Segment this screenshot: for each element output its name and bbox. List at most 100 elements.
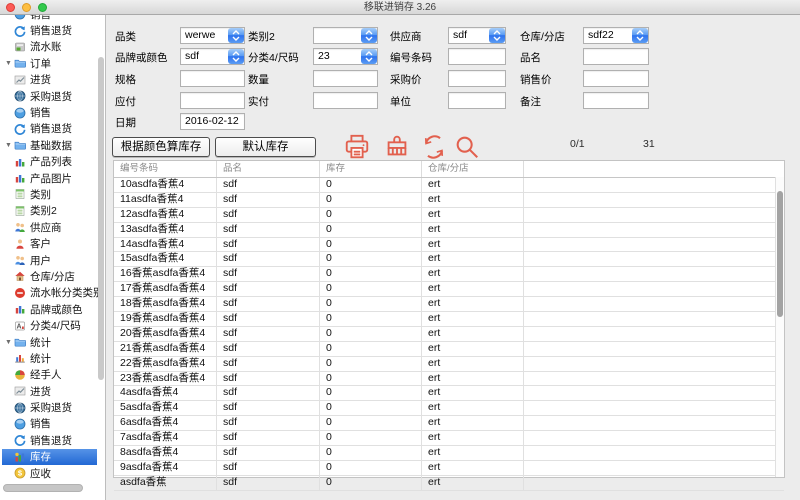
sidebar-item-orders-group[interactable]: ▼订单 (2, 55, 97, 71)
column-header[interactable] (524, 161, 784, 177)
sidebar-item-purchase-return-1[interactable]: 采购退货 (2, 88, 97, 104)
table-row[interactable]: 9asdfa香蕉4sdf0ert (114, 461, 784, 476)
barcode-input[interactable] (448, 48, 506, 65)
table-row[interactable]: 14asdfa香蕉4sdf0ert (114, 238, 784, 253)
table-row[interactable]: 21香蕉asdfa香蕉4sdf0ert (114, 342, 784, 357)
disclosure-triangle-icon[interactable]: ▼ (3, 339, 14, 346)
size-select[interactable]: 23 (313, 48, 378, 65)
category-select[interactable]: werwe (180, 27, 245, 44)
table-row[interactable]: 16香蕉asdfa香蕉4sdf0ert (114, 267, 784, 282)
table-cell: sdf (217, 431, 320, 445)
column-header[interactable]: 仓库/分店 (422, 161, 524, 177)
payable-input[interactable] (180, 92, 245, 109)
sidebar-item-sales-2[interactable]: 销售 (2, 104, 97, 120)
unit-input[interactable] (448, 92, 506, 109)
table-row[interactable]: 6asdfa香蕉4sdf0ert (114, 416, 784, 431)
warehouse-select[interactable]: sdf22 (583, 27, 649, 44)
table-row[interactable]: 11asdfa香蕉4sdf0ert (114, 193, 784, 208)
sidebar-item-category2[interactable]: 类别2 (2, 203, 97, 219)
sidebar-item-purchase-in-2[interactable]: 进货 (2, 383, 97, 399)
sidebar-item-daybook-category[interactable]: 流水帐分类类别 (2, 285, 97, 301)
column-header[interactable]: 库存 (320, 161, 422, 177)
dropdown-arrows-icon[interactable] (361, 49, 377, 64)
table-cell: 12asdfa香蕉4 (114, 208, 217, 222)
sidebar-item-category4-size[interactable]: A分类4/尺码 (2, 317, 97, 333)
table-row[interactable]: 15asdfa香蕉4sdf0ert (114, 252, 784, 267)
calc-stock-by-color-button[interactable]: 根据颜色算库存 (112, 137, 210, 157)
date-input[interactable]: 2016-02-12 (180, 113, 245, 130)
product-name-input[interactable] (583, 48, 649, 65)
search-icon[interactable] (453, 133, 481, 161)
clean-icon[interactable] (383, 133, 411, 161)
table-cell: sdf (217, 357, 320, 371)
spec-input[interactable] (180, 70, 245, 87)
sidebar-item-statistics[interactable]: 统计 (2, 350, 97, 366)
sidebar-item-handler[interactable]: 经手人 (2, 367, 97, 383)
sidebar-item-sales-return-3[interactable]: 销售退货 (2, 432, 97, 448)
sidebar-item-label: 采购退货 (30, 400, 72, 415)
category2-select-label: 类别2 (248, 29, 275, 44)
disclosure-triangle-icon[interactable]: ▼ (3, 60, 14, 67)
minimize-button[interactable] (22, 3, 31, 12)
table-scrollbar[interactable] (775, 177, 784, 477)
sidebar-item-label: 进货 (30, 384, 51, 399)
sidebar-item-base-data-group[interactable]: ▼基础数据 (2, 137, 97, 153)
sidebar-item-category[interactable]: 类别 (2, 186, 97, 202)
brand-color-select[interactable]: sdf (180, 48, 245, 65)
table-row[interactable]: 5asdfa香蕉4sdf0ert (114, 401, 784, 416)
sidebar-horizontal-scrollbar[interactable] (3, 484, 83, 492)
table-row[interactable]: 4asdfa香蕉4sdf0ert (114, 386, 784, 401)
supplier-select[interactable]: sdf (448, 27, 506, 44)
category2-select[interactable] (313, 27, 378, 44)
remark-input[interactable] (583, 92, 649, 109)
sidebar-item-purchase-in-1[interactable]: 进货 (2, 72, 97, 88)
dropdown-arrows-icon[interactable] (632, 28, 648, 43)
sidebar-item-inventory[interactable]: 库存 (2, 449, 97, 465)
purchase-price-input[interactable] (448, 70, 506, 87)
sidebar-vertical-scrollbar[interactable] (98, 57, 104, 380)
paid-input[interactable] (313, 92, 378, 109)
table-scrollbar-thumb[interactable] (777, 191, 783, 317)
close-button[interactable] (6, 3, 15, 12)
table-row[interactable]: 23香蕉asdfa香蕉4sdf0ert (114, 372, 784, 387)
sidebar-item-customer[interactable]: 客户 (2, 235, 97, 251)
sidebar-item-daybook[interactable]: 流水账 (2, 39, 97, 55)
dropdown-arrows-icon[interactable] (228, 49, 244, 64)
dropdown-arrows-icon[interactable] (361, 28, 377, 43)
sidebar-item-receivable[interactable]: $应收 (2, 465, 97, 481)
sidebar-item-sales-1[interactable]: 销售 (2, 15, 97, 22)
disclosure-triangle-icon[interactable]: ▼ (3, 142, 14, 149)
table-row[interactable]: 19香蕉asdfa香蕉4sdf0ert (114, 312, 784, 327)
table-row[interactable]: 12asdfa香蕉4sdf0ert (114, 208, 784, 223)
sidebar-item-supplier[interactable]: 供应商 (2, 219, 97, 235)
sidebar-item-stats-group[interactable]: ▼统计 (2, 334, 97, 350)
column-header[interactable]: 编号条码 (114, 161, 217, 177)
sidebar-item-sales-3[interactable]: 销售 (2, 416, 97, 432)
dropdown-arrows-icon[interactable] (489, 28, 505, 43)
dropdown-arrows-icon[interactable] (228, 28, 244, 43)
sidebar-item-sales-return-2[interactable]: 销售退货 (2, 121, 97, 137)
table-row[interactable]: 10asdfa香蕉4sdf0ert (114, 178, 784, 193)
table-row[interactable]: 13asdfa香蕉4sdf0ert (114, 223, 784, 238)
column-header[interactable]: 品名 (217, 161, 320, 177)
sidebar-item-user[interactable]: 用户 (2, 252, 97, 268)
sidebar-item-product-images[interactable]: 产品图片 (2, 170, 97, 186)
table-row[interactable]: 22香蕉asdfa香蕉4sdf0ert (114, 357, 784, 372)
table-row[interactable]: 17香蕉asdfa香蕉4sdf0ert (114, 282, 784, 297)
refresh-icon[interactable] (420, 133, 448, 161)
zoom-button[interactable] (38, 3, 47, 12)
table-row[interactable]: asdfa香蕉sdf0ert (114, 476, 784, 491)
sidebar-item-purchase-return-2[interactable]: 采购退货 (2, 399, 97, 415)
default-stock-button[interactable]: 默认库存 (215, 137, 316, 157)
sale-price-input[interactable] (583, 70, 649, 87)
sidebar-item-product-list[interactable]: 产品列表 (2, 154, 97, 170)
table-row[interactable]: 7asdfa香蕉4sdf0ert (114, 431, 784, 446)
table-row[interactable]: 8asdfa香蕉4sdf0ert (114, 446, 784, 461)
sidebar-item-sales-return-1[interactable]: 销售退货 (2, 22, 97, 38)
sidebar-item-brand-or-color[interactable]: 品牌或颜色 (2, 301, 97, 317)
table-row[interactable]: 18香蕉asdfa香蕉4sdf0ert (114, 297, 784, 312)
table-row[interactable]: 20香蕉asdfa香蕉4sdf0ert (114, 327, 784, 342)
quantity-input[interactable] (313, 70, 378, 87)
sidebar-item-warehouse-branch[interactable]: 仓库/分店 (2, 268, 97, 284)
print-icon[interactable] (343, 133, 371, 161)
